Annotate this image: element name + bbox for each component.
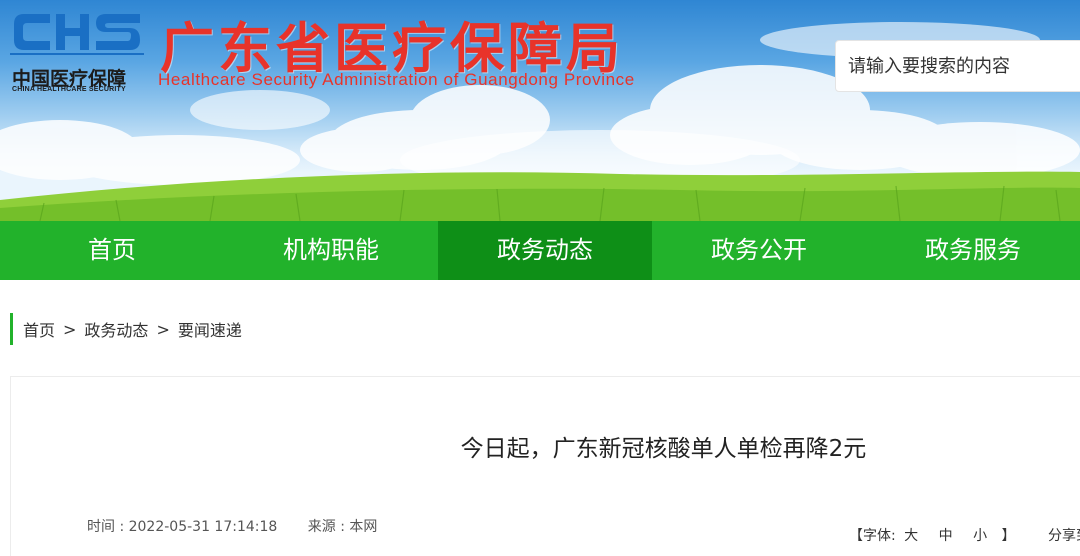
nav-item-services[interactable]: 政务服务 (866, 221, 1080, 280)
nav-item-home[interactable]: 首页 (0, 221, 224, 280)
site-logo[interactable]: 中国医疗保障 CHINA HEALTHCARE SECURITY (10, 8, 150, 93)
share-label[interactable]: 分享到: (1048, 528, 1080, 544)
nav-item-disclosure[interactable]: 政务公开 (652, 221, 866, 280)
article-card: 今日起，广东新冠核酸单人单检再降2元 时间 : 2022-05-31 17:14… (10, 376, 1080, 556)
breadcrumb-separator: > (63, 319, 77, 339)
breadcrumb-home[interactable]: 首页 (23, 317, 55, 341)
breadcrumb-separator: > (156, 319, 170, 339)
article-time: 时间 : 2022-05-31 17:14:18 (87, 519, 278, 535)
font-size-label: 【字体: (849, 528, 896, 544)
breadcrumb-news[interactable]: 政务动态 (84, 317, 148, 341)
article-source: 来源 : 本网 (307, 519, 378, 535)
site-subtitle: Healthcare Security Administration of Gu… (158, 70, 635, 89)
article-meta: 时间 : 2022-05-31 17:14:18 来源 : 本网 (87, 516, 403, 536)
font-size-close-bracket: 】 (1001, 528, 1016, 544)
font-size-medium-button[interactable]: 中 (939, 528, 953, 544)
breadcrumb: 首页 > 政务动态 > 要闻速递 (10, 313, 242, 345)
font-size-large-button[interactable]: 大 (904, 528, 918, 544)
article-tools: 【字体: 大 中 小 】 分享到: (849, 525, 1080, 545)
main-nav: 首页 机构职能 政务动态 政务公开 政务服务 (0, 221, 1080, 280)
nav-item-functions[interactable]: 机构职能 (224, 221, 438, 280)
search-input[interactable] (836, 41, 1080, 91)
article-title: 今日起，广东新冠核酸单人单检再降2元 (460, 436, 867, 462)
font-size-small-button[interactable]: 小 (973, 528, 987, 544)
search-box (835, 40, 1080, 92)
breadcrumb-headlines[interactable]: 要闻速递 (178, 317, 242, 341)
logo-english-text: CHINA HEALTHCARE SECURITY (12, 86, 126, 93)
chs-logo-icon (10, 14, 144, 55)
nav-item-news[interactable]: 政务动态 (438, 221, 652, 280)
header-banner: 中国医疗保障 CHINA HEALTHCARE SECURITY 广东省医疗保障… (0, 0, 1080, 221)
